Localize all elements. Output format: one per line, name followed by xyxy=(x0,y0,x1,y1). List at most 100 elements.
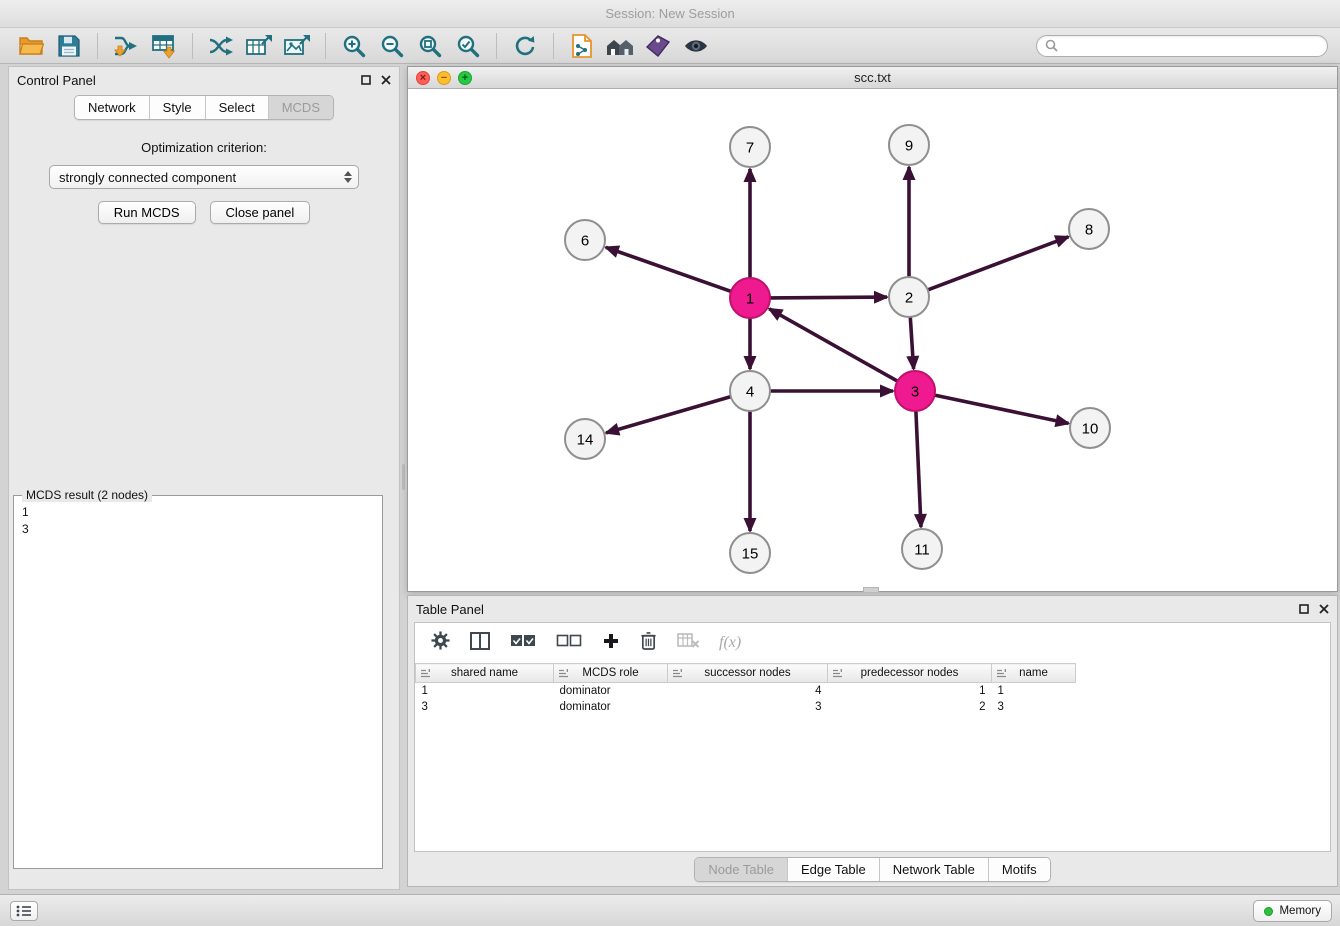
edge-3-11[interactable] xyxy=(916,411,921,527)
select-all-button[interactable] xyxy=(510,634,536,653)
network-window-titlebar[interactable]: × − + scc.txt xyxy=(408,67,1337,89)
table-cell[interactable]: 1 xyxy=(992,683,1076,699)
node-9[interactable]: 9 xyxy=(889,125,929,165)
add-column-button[interactable] xyxy=(602,632,620,655)
float-panel-icon[interactable] xyxy=(1299,604,1309,614)
control-tab-mcds[interactable]: MCDS xyxy=(268,96,333,119)
export-table-button[interactable] xyxy=(240,31,278,61)
control-tab-select[interactable]: Select xyxy=(205,96,268,119)
refresh-view-button[interactable] xyxy=(506,31,544,61)
close-panel-icon[interactable] xyxy=(1319,604,1329,614)
search-input[interactable] xyxy=(1064,39,1319,53)
table-cell[interactable]: 2 xyxy=(828,699,992,715)
session-list-button[interactable] xyxy=(10,901,38,921)
node-6[interactable]: 6 xyxy=(565,220,605,260)
node-4[interactable]: 4 xyxy=(730,371,770,411)
node-label-4: 4 xyxy=(746,384,754,401)
table-cell[interactable]: 3 xyxy=(416,699,554,715)
table-cell[interactable]: 3 xyxy=(992,699,1076,715)
function-builder-button[interactable]: f(x) xyxy=(719,634,741,652)
zoom-in-button[interactable] xyxy=(335,31,373,61)
column-header-mcds-role[interactable]: MCDS role xyxy=(554,664,668,683)
table-settings-button[interactable] xyxy=(431,631,450,655)
close-window-button[interactable]: × xyxy=(416,71,430,85)
open-session-button[interactable] xyxy=(12,31,50,61)
criterion-dropdown[interactable]: strongly connected component xyxy=(49,165,359,189)
clone-network-button[interactable] xyxy=(563,31,601,61)
close-panel-icon[interactable] xyxy=(381,75,391,85)
table-tab-motifs[interactable]: Motifs xyxy=(988,858,1050,881)
sort-icon[interactable] xyxy=(558,668,569,679)
table-cell[interactable]: 4 xyxy=(668,683,828,699)
style-tag-button[interactable] xyxy=(639,31,677,61)
node-8[interactable]: 8 xyxy=(1069,209,1109,249)
table-row[interactable]: 1dominator411 xyxy=(416,683,1076,699)
memory-button[interactable]: Memory xyxy=(1253,900,1332,922)
table-panel-title: Table Panel xyxy=(416,602,484,617)
minimize-window-button[interactable]: − xyxy=(437,71,451,85)
float-panel-icon[interactable] xyxy=(361,75,371,85)
zoom-out-button[interactable] xyxy=(373,31,411,61)
node-1[interactable]: 1 xyxy=(730,278,770,318)
edge-4-14[interactable] xyxy=(606,397,731,433)
column-header-name[interactable]: name xyxy=(992,664,1076,683)
show-columns-button[interactable] xyxy=(470,632,490,655)
edge-3-1[interactable] xyxy=(769,309,897,381)
edge-2-3[interactable] xyxy=(910,317,913,369)
table-tab-edge-table[interactable]: Edge Table xyxy=(787,858,879,881)
node-2[interactable]: 2 xyxy=(889,277,929,317)
table-row[interactable]: 3dominator323 xyxy=(416,699,1076,715)
memory-button-label: Memory xyxy=(1279,905,1321,917)
table-tab-node-table[interactable]: Node Table xyxy=(695,858,787,881)
edge-1-6[interactable] xyxy=(606,247,731,291)
table-tab-network-table[interactable]: Network Table xyxy=(879,858,988,881)
control-tab-network[interactable]: Network xyxy=(75,96,149,119)
zoom-window-button[interactable]: + xyxy=(458,71,472,85)
delete-column-button[interactable] xyxy=(640,631,657,655)
splitter-grip[interactable] xyxy=(402,464,405,490)
zoom-fit-button[interactable] xyxy=(411,31,449,61)
import-table-button[interactable] xyxy=(145,31,183,61)
checked-boxes-icon xyxy=(510,634,536,648)
table-cell[interactable]: 1 xyxy=(828,683,992,699)
edge-2-8[interactable] xyxy=(928,237,1069,290)
network-resize-grip[interactable] xyxy=(863,587,879,592)
node-7[interactable]: 7 xyxy=(730,127,770,167)
delete-table-button[interactable] xyxy=(677,633,699,654)
sort-icon[interactable] xyxy=(672,668,683,679)
export-image-button[interactable] xyxy=(278,31,316,61)
close-panel-button[interactable]: Close panel xyxy=(210,201,311,224)
sort-icon[interactable] xyxy=(832,668,843,679)
deselect-all-button[interactable] xyxy=(556,634,582,653)
search-field[interactable] xyxy=(1036,35,1328,57)
column-header-successor-nodes[interactable]: successor nodes xyxy=(668,664,828,683)
zoom-selected-button[interactable] xyxy=(449,31,487,61)
table-cell[interactable]: dominator xyxy=(554,699,668,715)
column-header-predecessor-nodes[interactable]: predecessor nodes xyxy=(828,664,992,683)
delete-table-icon xyxy=(677,633,699,649)
export-network-button[interactable] xyxy=(202,31,240,61)
node-3[interactable]: 3 xyxy=(895,371,935,411)
network-canvas[interactable]: 7 9 6 8 1 2 4 3 14 10 15 11 xyxy=(408,89,1337,591)
save-session-button[interactable] xyxy=(50,31,88,61)
sort-icon[interactable] xyxy=(420,668,431,679)
table-cell[interactable]: dominator xyxy=(554,683,668,699)
import-network-button[interactable] xyxy=(107,31,145,61)
sort-icon[interactable] xyxy=(996,668,1007,679)
node-11[interactable]: 11 xyxy=(902,529,942,569)
node-label-9: 9 xyxy=(905,138,913,155)
control-tab-style[interactable]: Style xyxy=(149,96,205,119)
node-14[interactable]: 14 xyxy=(565,419,605,459)
panel-splitter[interactable] xyxy=(400,66,407,890)
table-cell[interactable]: 1 xyxy=(416,683,554,699)
table-cell[interactable]: 3 xyxy=(668,699,828,715)
column-header-shared-name[interactable]: shared name xyxy=(416,664,554,683)
edge-1-2[interactable] xyxy=(770,297,887,298)
run-mcds-button[interactable]: Run MCDS xyxy=(98,201,196,224)
show-hide-button[interactable] xyxy=(677,31,715,61)
node-10[interactable]: 10 xyxy=(1070,408,1110,448)
save-floppy-icon xyxy=(57,34,81,58)
edge-3-10[interactable] xyxy=(935,395,1069,423)
home-button[interactable] xyxy=(601,31,639,61)
node-15[interactable]: 15 xyxy=(730,533,770,573)
